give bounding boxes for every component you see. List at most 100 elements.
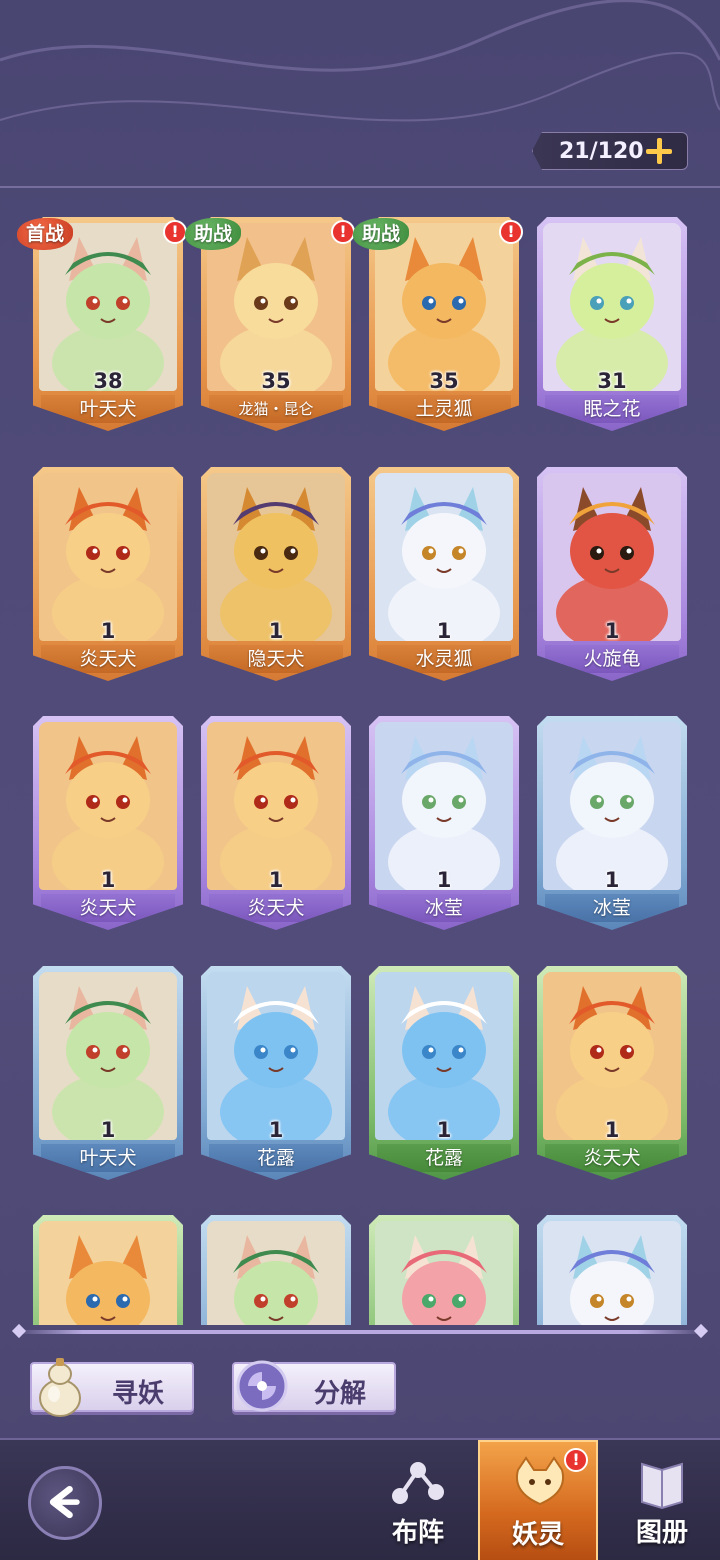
- spirit-card[interactable]: 31 眠之花: [537, 217, 687, 431]
- spirit-level: 1: [100, 619, 116, 643]
- spirit-name: 炎天犬: [209, 894, 343, 922]
- tab-spirits[interactable]: 妖灵 !: [478, 1440, 598, 1560]
- spirit-portrait: [39, 1221, 177, 1325]
- spirit-portrait: [39, 722, 177, 890]
- spirit-portrait: [375, 473, 513, 641]
- back-button[interactable]: [28, 1466, 102, 1540]
- spirit-level: 1: [604, 619, 620, 643]
- spirit-level: 38: [93, 369, 123, 393]
- tab-spirits-label: 妖灵: [511, 1520, 564, 1550]
- spirit-card[interactable]: 1 炎天犬: [537, 966, 687, 1180]
- spirit-name: 叶天犬: [41, 1144, 175, 1172]
- spirit-name: 花露: [377, 1144, 511, 1172]
- spirit-grid: 38 叶天犬 首战! 35 龙猫・昆仑 助战! 35 土灵狐 助战! 31 眠之花: [0, 190, 720, 1325]
- tab-spirits-alert-icon: !: [564, 1448, 588, 1472]
- decompose-label: 分解: [314, 1379, 367, 1409]
- back-arrow-icon: [49, 1486, 80, 1519]
- top-divider: [0, 186, 720, 188]
- spirit-portrait: [375, 223, 513, 391]
- spirit-name: 眠之花: [545, 395, 679, 423]
- tab-formation[interactable]: 布阵: [358, 1440, 478, 1560]
- role-badge: 助战: [353, 218, 409, 250]
- card-alert-icon: !: [499, 220, 523, 244]
- spirit-level: 35: [261, 369, 291, 393]
- seek-spirit-button[interactable]: 寻妖: [30, 1358, 194, 1417]
- spirit-card[interactable]: 1 火旋龟: [537, 467, 687, 681]
- decompose-button[interactable]: 分解: [232, 1360, 396, 1412]
- spirit-name: 土灵狐: [377, 395, 511, 423]
- tab-atlas[interactable]: 图册: [602, 1440, 720, 1560]
- spirit-portrait: [39, 473, 177, 641]
- spirit-card[interactable]: 1 炎天犬: [33, 467, 183, 681]
- add-capacity-icon[interactable]: [643, 135, 675, 167]
- spirit-level: 31: [597, 369, 627, 393]
- spirit-card[interactable]: 35 龙猫・昆仑: [201, 217, 351, 431]
- spirit-card[interactable]: 1 叶天犬: [33, 966, 183, 1180]
- spirit-level: 1: [436, 1118, 452, 1142]
- spirit-level: 1: [604, 1118, 620, 1142]
- spirit-portrait: [543, 223, 681, 391]
- spirit-level: 1: [268, 1118, 284, 1142]
- spirit-portrait: [375, 722, 513, 890]
- spirit-card[interactable]: 1 花露: [201, 966, 351, 1180]
- spirit-name: 冰莹: [545, 894, 679, 922]
- spirit-portrait: [543, 972, 681, 1140]
- spirit-name: 叶天犬: [41, 395, 175, 423]
- spirit-portrait: [375, 1221, 513, 1325]
- spirit-card[interactable]: 1 花露: [369, 966, 519, 1180]
- spirit-portrait: [207, 1221, 345, 1325]
- bottom-nav: 布阵 妖灵 ! 图册: [0, 1438, 720, 1560]
- spirit-card[interactable]: [33, 1215, 183, 1325]
- spirit-portrait: [39, 972, 177, 1140]
- spirit-card[interactable]: [537, 1215, 687, 1325]
- card-alert-icon: !: [163, 220, 187, 244]
- spirit-card[interactable]: 1 冰莹: [537, 716, 687, 930]
- spirit-card[interactable]: 1 隐天犬: [201, 467, 351, 681]
- spirit-card[interactable]: [369, 1215, 519, 1325]
- role-badge: 助战: [185, 218, 241, 250]
- decompose-icon: [236, 1360, 288, 1412]
- spirit-level: 35: [429, 369, 459, 393]
- spirit-portrait: [543, 473, 681, 641]
- spirit-name: 龙猫・昆仑: [209, 395, 343, 423]
- spirit-level: 1: [268, 619, 284, 643]
- spirit-card[interactable]: [201, 1215, 351, 1325]
- tab-atlas-label: 图册: [635, 1518, 688, 1548]
- spirit-name: 水灵狐: [377, 645, 511, 673]
- spirit-card[interactable]: 1 水灵狐: [369, 467, 519, 681]
- spirit-portrait: [207, 722, 345, 890]
- card-alert-icon: !: [331, 220, 355, 244]
- bottom-divider: [14, 1330, 706, 1334]
- spirit-level: 1: [436, 868, 452, 892]
- spirit-level: 1: [436, 619, 452, 643]
- spirit-portrait: [543, 1221, 681, 1325]
- spirit-card[interactable]: 1 炎天犬: [33, 716, 183, 930]
- spirit-card[interactable]: 38 叶天犬: [33, 217, 183, 431]
- spirit-name: 隐天犬: [209, 645, 343, 673]
- formation-icon: [392, 1462, 444, 1504]
- spirit-name: 冰莹: [377, 894, 511, 922]
- tab-formation-label: 布阵: [391, 1518, 444, 1548]
- spirit-portrait: [207, 223, 345, 391]
- spirit-name: 炎天犬: [41, 645, 175, 673]
- seek-spirit-label: 寻妖: [112, 1379, 165, 1409]
- spirit-portrait: [543, 722, 681, 890]
- spirit-portrait: [207, 972, 345, 1140]
- spirit-portrait: [39, 223, 177, 391]
- spirit-card[interactable]: 1 炎天犬: [201, 716, 351, 930]
- spirit-level: 1: [268, 868, 284, 892]
- spirit-level: 1: [100, 1118, 116, 1142]
- spirit-card[interactable]: 35 土灵狐: [369, 217, 519, 431]
- capacity-count: 21/120: [559, 138, 644, 164]
- spirit-level: 1: [604, 868, 620, 892]
- capacity-counter: 21/120: [532, 132, 688, 170]
- gourd-icon: [39, 1358, 81, 1417]
- spirit-portrait: [207, 473, 345, 641]
- spirit-portrait: [375, 972, 513, 1140]
- spirit-level: 1: [100, 868, 116, 892]
- spirit-card[interactable]: 1 冰莹: [369, 716, 519, 930]
- spirit-name: 炎天犬: [41, 894, 175, 922]
- background-swirl: [0, 0, 720, 122]
- spirit-name: 炎天犬: [545, 1144, 679, 1172]
- book-icon: [641, 1462, 683, 1510]
